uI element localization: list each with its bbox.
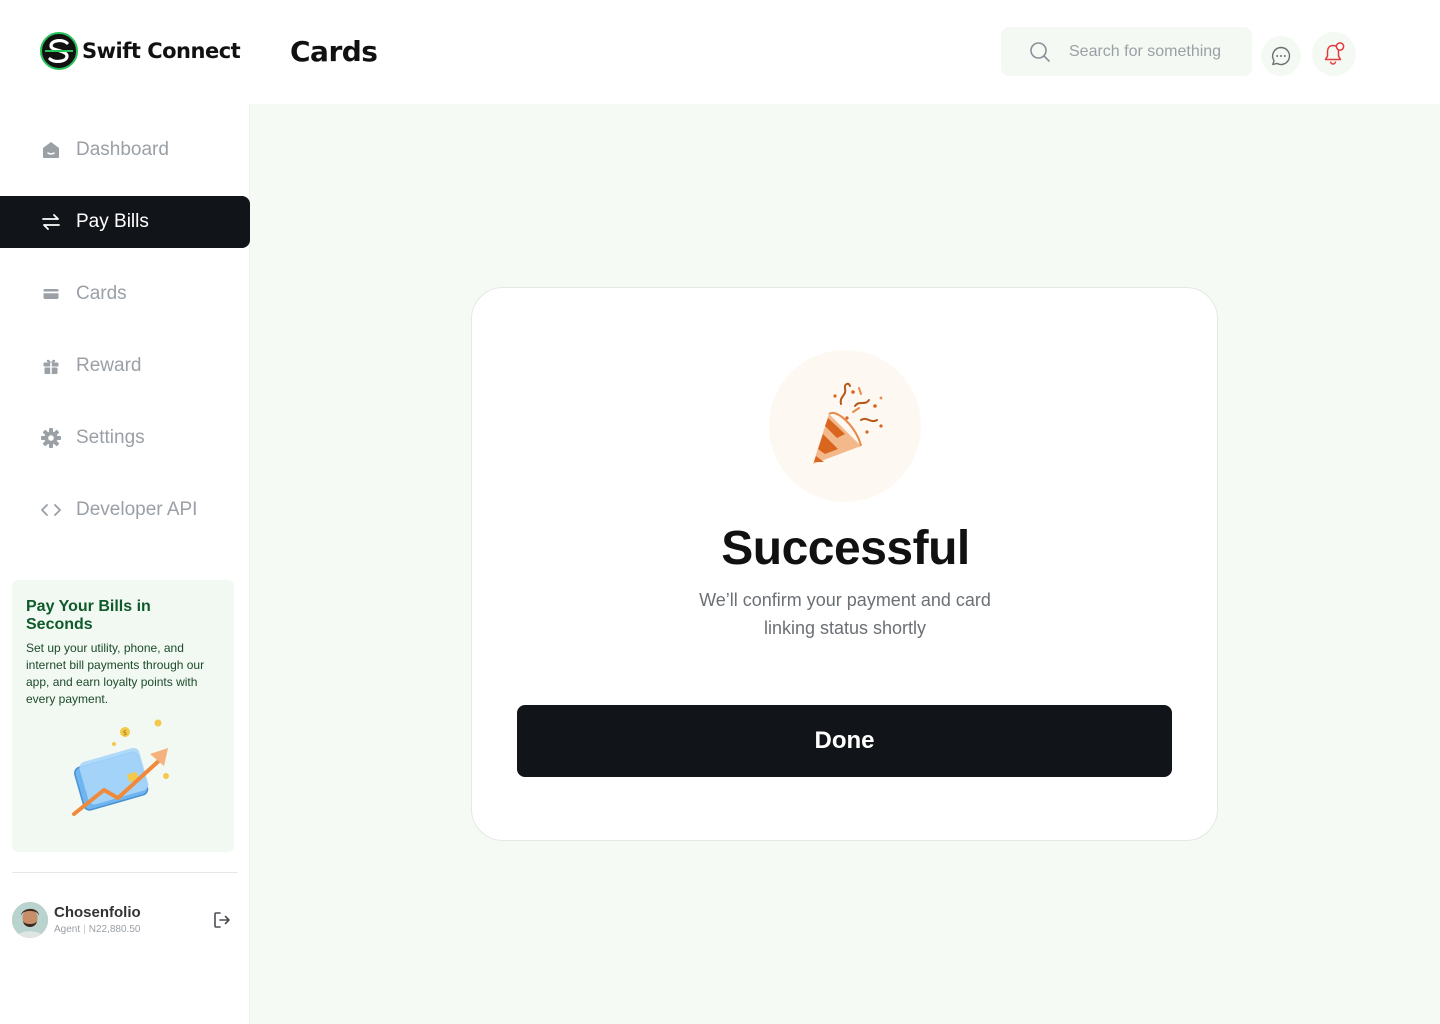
sidebar-item-developer-api[interactable]: Developer API bbox=[0, 484, 250, 536]
meta-separator: | bbox=[83, 924, 86, 935]
search-bar[interactable] bbox=[1001, 27, 1252, 76]
brand-name: Swift Connect bbox=[82, 39, 241, 63]
promo-text: Set up your utility, phone, and internet… bbox=[26, 641, 205, 706]
search-input[interactable] bbox=[1069, 42, 1229, 61]
code-icon bbox=[40, 499, 62, 521]
user-balance: N22,880.50 bbox=[88, 924, 141, 935]
sidebar-item-label: Dashboard bbox=[76, 139, 169, 160]
sidebar-item-settings[interactable]: Settings bbox=[0, 412, 250, 464]
message-icon bbox=[1271, 46, 1291, 66]
promo-card: Pay Your Bills in Seconds Set up your ut… bbox=[12, 580, 234, 852]
sidebar-item-label: Developer API bbox=[76, 499, 198, 520]
sidebar-item-dashboard[interactable]: Dashboard bbox=[0, 124, 250, 176]
bell-icon bbox=[1324, 42, 1345, 65]
done-button[interactable]: Done bbox=[517, 705, 1172, 777]
success-modal: Successful We’ll confirm your payment an… bbox=[471, 287, 1218, 841]
top-header: Swift Connect Cards bbox=[0, 0, 1440, 104]
user-meta: Agent | N22,880.50 bbox=[54, 924, 140, 935]
sidebar-item-reward[interactable]: Reward bbox=[0, 340, 250, 392]
notifications-button[interactable] bbox=[1312, 32, 1356, 76]
page-title: Cards bbox=[290, 35, 378, 68]
brand-logo[interactable]: Swift Connect bbox=[40, 32, 241, 70]
avatar[interactable] bbox=[12, 902, 48, 938]
logout-icon[interactable] bbox=[212, 910, 232, 930]
gift-icon bbox=[40, 355, 62, 377]
growth-card-illustration: $ bbox=[72, 719, 169, 816]
sidebar-item-label: Reward bbox=[76, 355, 142, 376]
user-profile: Chosenfolio Agent | N22,880.50 bbox=[12, 902, 238, 942]
gear-icon bbox=[40, 427, 62, 449]
user-name: Chosenfolio bbox=[54, 904, 141, 921]
user-role: Agent bbox=[54, 924, 81, 935]
home-icon bbox=[40, 139, 62, 161]
sidebar-item-label: Cards bbox=[76, 283, 127, 304]
swift-connect-logo-icon bbox=[40, 32, 78, 70]
card-icon bbox=[40, 283, 62, 305]
promo-title: Pay Your Bills in Seconds bbox=[26, 598, 151, 633]
sidebar-item-cards[interactable]: Cards bbox=[0, 268, 250, 320]
sidebar-divider bbox=[12, 872, 238, 873]
messages-button[interactable] bbox=[1261, 36, 1301, 76]
search-icon bbox=[1030, 41, 1050, 62]
main-content: Successful We’ll confirm your payment an… bbox=[250, 104, 1440, 1024]
sidebar-item-pay-bills[interactable]: Pay Bills bbox=[0, 196, 250, 248]
sidebar-item-label: Pay Bills bbox=[76, 211, 149, 232]
sidebar: Dashboard Pay Bills Cards Reward Setting… bbox=[0, 104, 250, 1024]
sidebar-item-label: Settings bbox=[76, 427, 145, 448]
confetti-badge bbox=[769, 350, 921, 502]
party-popper-icon bbox=[813, 382, 883, 464]
svg-text:$: $ bbox=[123, 729, 127, 737]
success-title: Successful bbox=[721, 522, 970, 575]
success-message: We’ll confirm your payment and card link… bbox=[699, 590, 991, 638]
transfer-icon bbox=[40, 211, 62, 233]
